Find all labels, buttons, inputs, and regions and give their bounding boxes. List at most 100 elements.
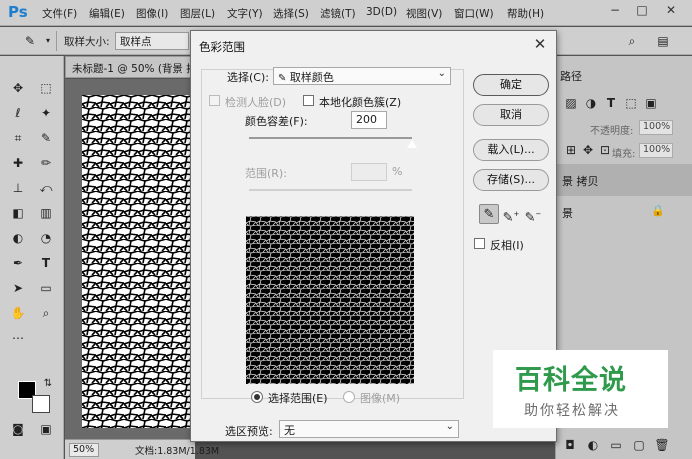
adjustment-layer-icon[interactable]: ◐ [583, 435, 603, 455]
watermark-subtitle: 助你轻松解决 [524, 403, 620, 419]
type-tool-icon[interactable]: T [36, 253, 56, 273]
dialog-close-icon[interactable]: ✕ [530, 34, 550, 54]
menu-3d[interactable]: 3D(D) [366, 6, 397, 18]
magic-wand-icon[interactable]: ✦ [36, 103, 56, 123]
dodge-tool-icon[interactable]: ◔ [36, 228, 56, 248]
maximize-icon[interactable]: □ [630, 0, 654, 22]
menu-help[interactable]: 帮助(H) [507, 6, 544, 21]
adjustment-filter-icon[interactable]: ◑ [581, 93, 601, 113]
menu-filter[interactable]: 滤镜(T) [320, 6, 356, 21]
minimize-icon[interactable]: − [603, 0, 627, 22]
invert-checkbox[interactable] [474, 238, 485, 249]
menu-select[interactable]: 选择(S) [273, 6, 309, 21]
quick-mask-icon[interactable]: ◙ [8, 419, 28, 439]
localized-clusters-checkbox[interactable] [303, 95, 314, 106]
cancel-button[interactable]: 取消 [473, 104, 549, 126]
document-size: 文档:1.83M/1.83M [135, 446, 220, 457]
range-input[interactable] [351, 163, 387, 181]
smart-object-filter-icon[interactable]: ▣ [641, 93, 661, 113]
chevron-down-icon[interactable]: ▾ [38, 31, 58, 51]
pixel-filter-icon[interactable]: ▨ [561, 93, 581, 113]
zoom-tool-icon[interactable]: ⌕ [36, 303, 56, 323]
zoom-level-field[interactable]: 50% [69, 443, 99, 457]
sample-size-label: 取样大小: [64, 36, 110, 48]
document-tab-title: 未标题-1 @ 50% (背景 拷贝 [72, 63, 195, 75]
eyedropper-plus-icon[interactable]: ✎+ [501, 204, 521, 225]
type-filter-icon[interactable]: T [601, 93, 621, 113]
layer-row[interactable]: 景 🔒 [556, 196, 692, 228]
separator [56, 31, 57, 51]
menu-file[interactable]: 文件(F) [42, 6, 77, 21]
crop-tool-icon[interactable]: ⌗ [8, 128, 28, 148]
close-icon[interactable]: ✕ [659, 0, 683, 22]
select-dropdown[interactable]: ✎ 取样颜色 ⌄ [273, 67, 451, 85]
workspace-icon[interactable]: ▤ [653, 31, 673, 51]
lock-icon: 🔒 [651, 204, 665, 217]
opacity-field[interactable]: 100% [639, 120, 673, 135]
load-button-label: 载入(L)... [487, 143, 535, 156]
zoom-level-value: 50% [73, 444, 95, 455]
rectangle-tool-icon[interactable]: ▭ [36, 278, 56, 298]
menu-layer[interactable]: 图层(L) [180, 6, 215, 21]
sample-size-select[interactable]: 取样点 [115, 32, 189, 50]
crackle-texture [82, 95, 190, 428]
eyedropper-icon[interactable]: ✎ [20, 31, 40, 51]
fuzziness-label: 颜色容差(F): [245, 115, 308, 128]
select-label: 选择(C): [227, 71, 269, 84]
chevron-down-icon: ⌄ [445, 421, 454, 432]
document-canvas[interactable] [82, 95, 190, 428]
fuzziness-slider-thumb[interactable] [407, 140, 417, 148]
pen-tool-icon[interactable]: ✒ [8, 253, 28, 273]
selection-preview-label: 选区预览: [225, 425, 273, 438]
new-layer-icon[interactable]: ▢ [629, 435, 649, 455]
selection-preview [246, 216, 414, 384]
clone-stamp-icon[interactable]: ⊥ [8, 178, 28, 198]
selection-radio[interactable] [251, 391, 263, 403]
selection-preview-dropdown[interactable]: 无 ⌄ [279, 420, 459, 438]
shape-filter-icon[interactable]: ⬚ [621, 93, 641, 113]
eyedropper-tool-icon[interactable]: ✎ [36, 128, 56, 148]
blur-tool-icon[interactable]: ◐ [8, 228, 28, 248]
fuzziness-input[interactable]: 200 [351, 111, 387, 129]
document-tab[interactable]: 未标题-1 @ 50% (背景 拷贝 [65, 56, 195, 78]
load-button[interactable]: 载入(L)... [473, 139, 549, 161]
layer-name: 景 [562, 207, 573, 220]
group-folder-icon[interactable]: ▭ [606, 435, 626, 455]
preview-texture [246, 216, 414, 384]
eyedropper-icon[interactable]: ✎ [479, 204, 499, 224]
menu-edit[interactable]: 编辑(E) [89, 6, 125, 21]
marquee-tool-icon[interactable]: ⬚ [36, 78, 56, 98]
menu-view[interactable]: 视图(V) [406, 6, 442, 21]
save-button[interactable]: 存储(S)... [473, 169, 549, 191]
image-radio[interactable] [343, 391, 355, 403]
more-tools-icon[interactable]: ⋯ [8, 328, 28, 348]
tab-paths[interactable]: 路径 [560, 68, 582, 84]
menu-window[interactable]: 窗口(W) [454, 6, 494, 21]
trash-icon[interactable]: 🗑 [652, 435, 672, 455]
layer-row[interactable]: 景 拷贝 [556, 164, 692, 196]
brush-tool-icon[interactable]: ✏ [36, 153, 56, 173]
save-button-label: 存储(S)... [486, 173, 536, 186]
swap-colors-icon[interactable]: ⇅ [38, 374, 58, 394]
hand-tool-icon[interactable]: ✋ [8, 303, 28, 323]
move-tool-icon[interactable]: ✥ [8, 78, 28, 98]
watermark: 百科全说 助你轻松解决 [493, 350, 668, 428]
healing-brush-icon[interactable]: ✚ [8, 153, 28, 173]
search-icon[interactable]: ⌕ [622, 31, 642, 51]
fill-field[interactable]: 100% [639, 143, 673, 158]
fill-value: 100% [643, 144, 671, 155]
lasso-tool-icon[interactable]: ℓ [8, 103, 28, 123]
path-selection-icon[interactable]: ➤ [8, 278, 28, 298]
add-mask-icon[interactable]: ◘ [560, 435, 580, 455]
screen-mode-icon[interactable]: ▣ [36, 419, 56, 439]
eraser-tool-icon[interactable]: ◧ [8, 203, 28, 223]
background-color-swatch[interactable] [32, 395, 50, 413]
chevron-down-icon: ⌄ [437, 68, 446, 79]
eyedropper-minus-icon[interactable]: ✎− [523, 204, 543, 225]
gradient-tool-icon[interactable]: ▥ [36, 203, 56, 223]
detect-faces-checkbox[interactable] [209, 95, 220, 106]
ok-button[interactable]: 确定 [473, 74, 549, 96]
history-brush-icon[interactable]: ⤺ [36, 178, 56, 198]
menu-type[interactable]: 文字(Y) [227, 6, 263, 21]
menu-image[interactable]: 图像(I) [136, 6, 168, 21]
